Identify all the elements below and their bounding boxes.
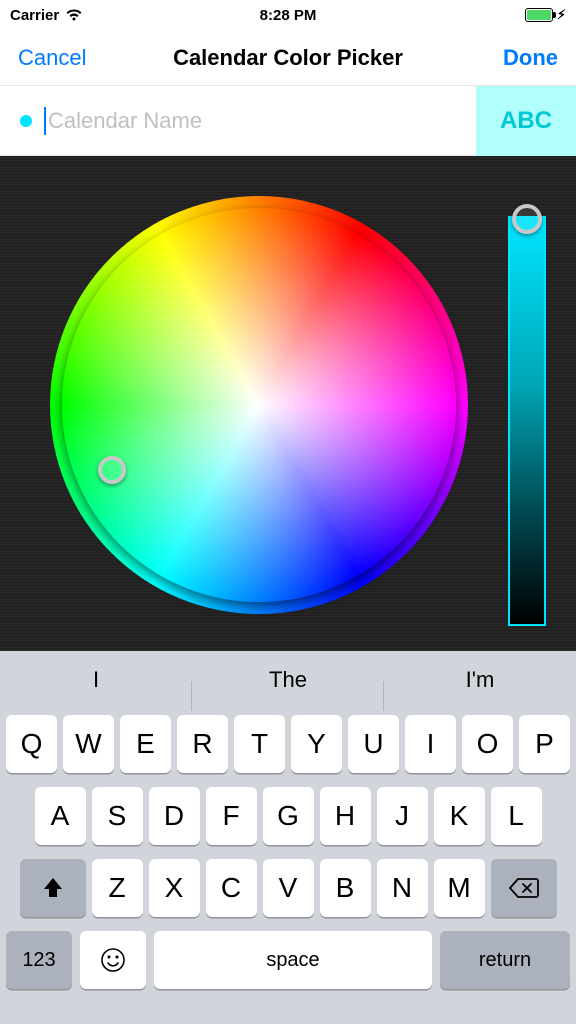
key-b[interactable]: B (320, 859, 371, 917)
key-w[interactable]: W (63, 715, 114, 773)
color-picker-area (0, 156, 576, 651)
key-e[interactable]: E (120, 715, 171, 773)
brightness-slider-handle[interactable] (512, 204, 542, 234)
key-a[interactable]: A (35, 787, 86, 845)
calendar-name-row: ABC (0, 86, 576, 156)
key-row-2: ASDFGHJKL (4, 787, 572, 845)
abc-preview-button[interactable]: ABC (476, 86, 576, 156)
suggestion-3[interactable]: I'm (384, 667, 576, 693)
space-key[interactable]: space (154, 931, 432, 989)
key-u[interactable]: U (348, 715, 399, 773)
key-i[interactable]: I (405, 715, 456, 773)
numbers-key[interactable]: 123 (6, 931, 72, 989)
key-row-4: 123 space return (4, 931, 572, 989)
return-key[interactable]: return (440, 931, 570, 989)
emoji-icon (100, 947, 126, 973)
shift-icon (41, 876, 65, 900)
keyboard: I The I'm QWERTYUIOP ASDFGHJKL ZXCVBNM 1… (0, 651, 576, 1024)
key-k[interactable]: K (434, 787, 485, 845)
key-s[interactable]: S (92, 787, 143, 845)
key-q[interactable]: Q (6, 715, 57, 773)
status-time: 8:28 PM (260, 7, 317, 24)
page-title: Calendar Color Picker (173, 45, 403, 71)
key-h[interactable]: H (320, 787, 371, 845)
done-button[interactable]: Done (503, 45, 558, 71)
key-d[interactable]: D (149, 787, 200, 845)
color-wheel-handle[interactable] (98, 456, 126, 484)
status-bar: Carrier 8:28 PM ⚡︎ (0, 0, 576, 30)
suggestion-2[interactable]: The (192, 667, 384, 693)
suggestion-bar: I The I'm (0, 651, 576, 709)
backspace-key[interactable] (491, 859, 557, 917)
emoji-key[interactable] (80, 931, 146, 989)
key-g[interactable]: G (263, 787, 314, 845)
backspace-icon (509, 877, 539, 899)
text-cursor (44, 107, 46, 135)
selected-color-dot (20, 115, 32, 127)
cancel-button[interactable]: Cancel (18, 45, 86, 71)
key-f[interactable]: F (206, 787, 257, 845)
shift-key[interactable] (20, 859, 86, 917)
suggestion-1[interactable]: I (0, 667, 192, 693)
key-v[interactable]: V (263, 859, 314, 917)
charging-icon: ⚡︎ (557, 7, 566, 23)
key-t[interactable]: T (234, 715, 285, 773)
key-c[interactable]: C (206, 859, 257, 917)
color-wheel[interactable] (50, 196, 468, 614)
key-x[interactable]: X (149, 859, 200, 917)
key-y[interactable]: Y (291, 715, 342, 773)
brightness-slider[interactable] (508, 216, 546, 626)
key-j[interactable]: J (377, 787, 428, 845)
wifi-icon (65, 8, 83, 22)
key-m[interactable]: M (434, 859, 485, 917)
key-row-3: ZXCVBNM (4, 859, 572, 917)
nav-bar: Cancel Calendar Color Picker Done (0, 30, 576, 86)
calendar-name-input[interactable] (48, 108, 476, 134)
key-row-1: QWERTYUIOP (4, 715, 572, 773)
key-n[interactable]: N (377, 859, 428, 917)
key-r[interactable]: R (177, 715, 228, 773)
key-p[interactable]: P (519, 715, 570, 773)
battery-icon (525, 8, 553, 22)
key-l[interactable]: L (491, 787, 542, 845)
key-o[interactable]: O (462, 715, 513, 773)
key-z[interactable]: Z (92, 859, 143, 917)
carrier-label: Carrier (10, 7, 59, 24)
